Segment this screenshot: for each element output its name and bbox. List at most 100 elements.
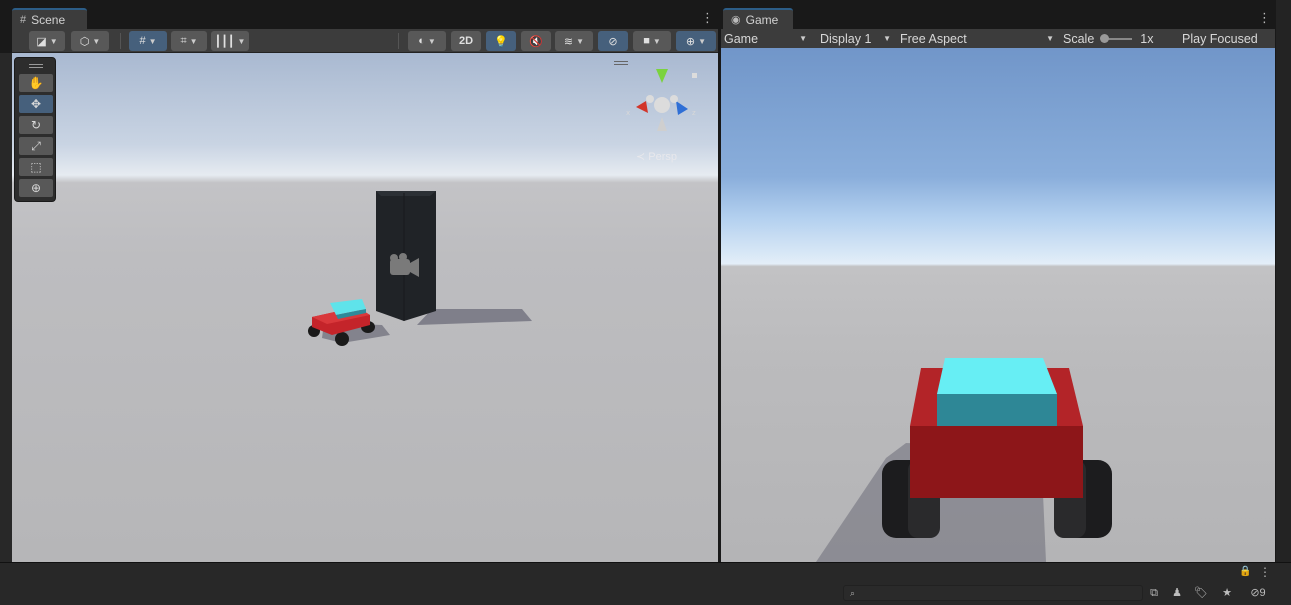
chevron-down-icon: ▼ (1046, 34, 1054, 43)
slider-thumb[interactable] (1100, 33, 1110, 43)
label-icon[interactable]: 🏷 (1192, 585, 1210, 601)
filter-type-icon[interactable]: ♟ (1168, 585, 1186, 601)
game-mode-dropdown[interactable]: Game ▼ (721, 29, 811, 48)
lightbulb-icon: 💡 (494, 35, 508, 48)
game-car-view (816, 358, 1112, 562)
ruler-button[interactable]: ┃┃┃ ▼ (211, 31, 249, 51)
persp-label[interactable]: ≺ Persp (636, 150, 677, 163)
grid-snap-button[interactable]: # ▼ (129, 31, 167, 51)
camera-icon: ■ (643, 35, 650, 47)
display-label: Display 1 (820, 31, 872, 46)
chevron-down-icon: ▼ (576, 36, 585, 46)
sphere-icon: ◐ (418, 35, 425, 47)
chevron-down-icon: ▼ (427, 36, 436, 46)
tab-game[interactable]: ◉ Game (723, 8, 793, 29)
effects-button[interactable]: ≋ ▼ (555, 31, 593, 51)
grid-snap-icon: # (139, 35, 146, 47)
gizmos-button[interactable]: ⊕ ▼ (676, 31, 716, 51)
shaded-icon: ◪ (36, 35, 47, 48)
game-toolbar: Game ▼ Display 1 ▼ Free Aspect ▼ Scale 1… (721, 29, 1275, 48)
lighting-toggle-button[interactable]: 💡 (486, 31, 516, 51)
increment-snap-button[interactable]: ⌗ ▼ (171, 31, 207, 51)
scale-tool-button[interactable]: ⤢ (19, 137, 53, 155)
orientation-gizmo[interactable]: y x z (622, 65, 702, 145)
2d-toggle-button[interactable]: 2D (451, 31, 481, 51)
tools-overlay: ✋ ✥ ↻ ⤢ ⬚ ⊕ (14, 57, 56, 202)
car-cab-back (937, 394, 1057, 426)
display-dropdown[interactable]: Display 1 ▼ (815, 29, 895, 48)
gamepad-icon: ◉ (731, 14, 741, 26)
rotate-tool-button[interactable]: ↻ (19, 116, 53, 134)
tower-top (376, 191, 436, 196)
move-tool-button[interactable]: ✥ (19, 95, 53, 113)
persp-text: Persp (648, 151, 678, 163)
hand-icon: ✋ (28, 76, 44, 90)
scene-viewport[interactable]: y x z ≺ Persp (12, 53, 718, 562)
eye-hidden-icon: ⊘ (1250, 587, 1260, 599)
transform-tool-button[interactable]: ⊕ (19, 179, 53, 197)
tab-scene[interactable]: # Scene (12, 8, 87, 29)
rect-icon: ⬚ (30, 160, 42, 174)
scale-value: 1x (1140, 31, 1154, 46)
search-icon: ⌕ (850, 588, 856, 598)
scale-slider[interactable] (1100, 33, 1133, 43)
hidden-packages-button[interactable]: ⊘9 (1243, 585, 1273, 601)
tab-scene-label: Scene (31, 12, 66, 27)
car-cab-top (937, 358, 1057, 394)
tab-game-label: Game (745, 12, 779, 27)
right-edge-strip (1276, 0, 1291, 562)
axis-y-label: y (661, 68, 666, 77)
scene-objects (308, 191, 532, 346)
separator (398, 33, 399, 49)
scene-visibility-button[interactable]: ⊘ (598, 31, 628, 51)
game-viewport[interactable] (721, 48, 1275, 562)
draw-mode-button[interactable]: ◪ ▼ (29, 31, 65, 51)
render-mode-button[interactable]: ⬡ ▼ (71, 31, 109, 51)
layers-icon: ≋ (563, 35, 574, 48)
drag-handle-icon[interactable] (29, 64, 43, 65)
chevron-down-icon: ▼ (148, 36, 157, 46)
bottom-menu-icon[interactable]: ⋮ (1259, 565, 1271, 579)
move-icon: ✥ (30, 97, 42, 111)
ruler-icon: ┃┃┃ (214, 35, 235, 48)
scene-search-icon[interactable]: ⧉ (1145, 585, 1163, 601)
scale-icon: ⤢ (31, 138, 41, 153)
play-focused-label: Play Focused (1182, 31, 1258, 46)
chevron-down-icon: ▼ (883, 34, 891, 43)
car-body-back (910, 426, 1083, 498)
hidden-count: 9 (1259, 587, 1266, 599)
favorite-icon[interactable]: ★ (1218, 585, 1236, 601)
separator (120, 33, 121, 49)
chevron-down-icon: ▼ (189, 36, 198, 46)
chevron-down-icon: ▼ (237, 36, 246, 46)
camera-button[interactable]: ■ ▼ (633, 31, 671, 51)
eye-hidden-icon: ⊘ (608, 35, 618, 48)
search-input[interactable]: ⌕ (843, 585, 1143, 601)
game-menu-icon[interactable]: ⋮ (1258, 11, 1271, 25)
scene-toolbar: ◪ ▼ ⬡ ▼ # ▼ ⌗ ▼ ┃┃┃ ▼ ◐ ▼ 2D 💡 🔇 ≋ ▼ ⊘ ■ ▼ ⊕ ▼ (12, 29, 718, 53)
audio-mute-icon: 🔇 (529, 35, 543, 48)
axis-x-label: x (626, 109, 630, 117)
grid-icon: # (20, 13, 27, 26)
game-mode-label: Game (724, 31, 759, 46)
axis-z-label: z (692, 109, 696, 117)
scene-menu-icon[interactable]: ⋮ (701, 11, 714, 25)
lock-icon[interactable]: 🔒 (1239, 566, 1251, 578)
play-focused-dropdown[interactable]: Play Focused (1178, 29, 1275, 48)
overlay-menu-icon[interactable] (614, 61, 628, 65)
arrow-left-icon: ≺ (636, 151, 646, 163)
gizmo-icon: ⊕ (685, 35, 696, 48)
chevron-down-icon: ▼ (698, 36, 707, 46)
transform-icon: ⊕ (30, 181, 42, 195)
aspect-dropdown[interactable]: Free Aspect ▼ (896, 29, 1058, 48)
scene-tabbar (0, 0, 718, 29)
hand-tool-button[interactable]: ✋ (19, 74, 53, 92)
rect-tool-button[interactable]: ⬚ (19, 158, 53, 176)
aspect-label: Free Aspect (900, 31, 967, 46)
chevron-down-icon: ▼ (92, 36, 101, 46)
snap-icon: ⌗ (180, 34, 187, 47)
audio-toggle-button[interactable]: 🔇 (521, 31, 551, 51)
chevron-down-icon: ▼ (652, 36, 661, 46)
cube-icon: ⬡ (79, 35, 90, 48)
shading-button[interactable]: ◐ ▼ (408, 31, 446, 51)
